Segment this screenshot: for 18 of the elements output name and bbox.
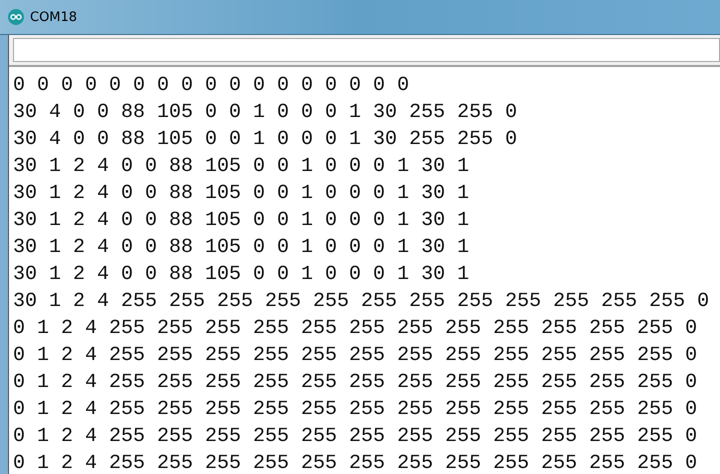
output-line: 30 1 2 4 0 0 88 105 0 0 1 0 0 0 1 30 1 xyxy=(13,154,470,180)
output-line: 30 4 0 0 88 105 0 0 1 0 0 0 1 30 255 255 0 xyxy=(13,127,518,153)
output-line: 0 1 2 4 255 255 255 255 255 255 255 255 255 255 255 255 0 xyxy=(13,451,698,474)
output-line: 0 1 2 4 255 255 255 255 255 255 255 255 255 255 255 255 0 xyxy=(13,316,698,342)
output-line: 30 1 2 4 0 0 88 105 0 0 1 0 0 0 1 30 1 xyxy=(13,235,470,261)
app-icon xyxy=(8,9,24,25)
output-line: 30 1 2 4 0 0 88 105 0 0 1 0 0 0 1 30 1 xyxy=(13,181,470,207)
output-line: 30 1 2 4 0 0 88 105 0 0 1 0 0 0 1 30 1 xyxy=(13,262,470,288)
output-line: 0 1 2 4 255 255 255 255 255 255 255 255 255 255 255 255 0 xyxy=(13,397,698,423)
output-line: 30 4 0 0 88 105 0 0 1 0 0 0 1 30 255 255 0 xyxy=(13,100,518,126)
output-line: 0 1 2 4 255 255 255 255 255 255 255 255 255 255 255 255 0 xyxy=(13,343,698,369)
output-line: 0 1 2 4 255 255 255 255 255 255 255 255 255 255 255 255 0 xyxy=(13,370,698,396)
output-line: 30 1 2 4 0 0 88 105 0 0 1 0 0 0 1 30 1 xyxy=(13,208,470,234)
window-title: COM18 xyxy=(30,10,78,24)
output-line: 30 1 2 4 255 255 255 255 255 255 255 255 255 255 255 255 0 xyxy=(13,289,710,315)
input-field[interactable] xyxy=(13,38,720,62)
output-line: 0 1 2 4 255 255 255 255 255 255 255 255 255 255 255 255 0 xyxy=(13,424,698,450)
output-line: 0 0 0 0 0 0 0 0 0 0 0 0 0 0 0 0 0 xyxy=(13,73,410,99)
